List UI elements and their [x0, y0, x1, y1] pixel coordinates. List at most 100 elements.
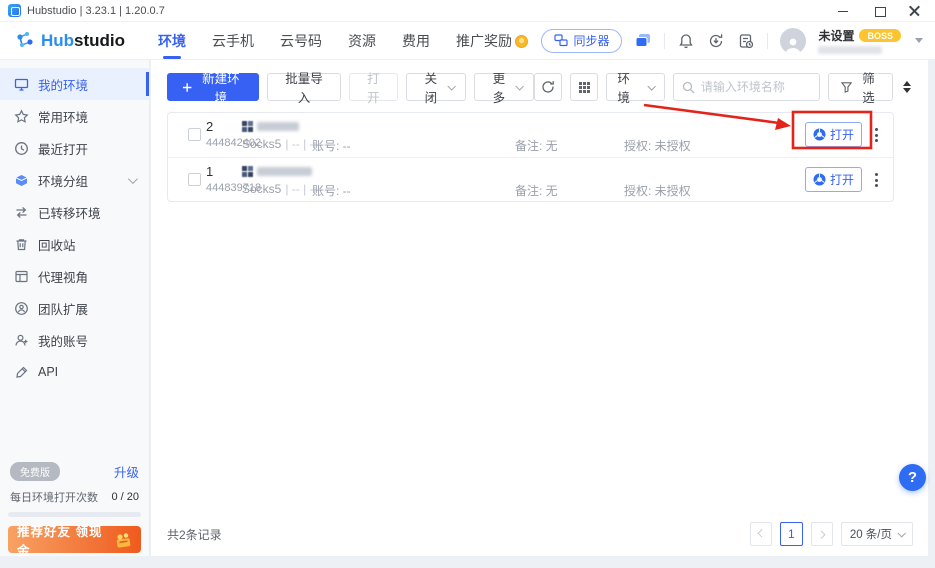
- gold-gift-icon: [109, 530, 135, 550]
- column-settings-icon[interactable]: [570, 73, 598, 101]
- record-count: 共2条记录: [167, 526, 222, 543]
- content-panel: 新建环境 批量导入 打开 关闭 更多: [151, 60, 928, 556]
- sidebar-item-api[interactable]: API: [0, 356, 149, 388]
- search-input[interactable]: [701, 80, 811, 94]
- update-icon[interactable]: [707, 32, 725, 50]
- search-box: [673, 73, 820, 101]
- referral-banner[interactable]: 推荐好友 领现金: [8, 526, 141, 553]
- divider: [767, 33, 768, 49]
- help-button[interactable]: ?: [899, 464, 926, 491]
- open-environment-button[interactable]: 打开: [805, 167, 862, 192]
- row-more-menu[interactable]: [869, 170, 883, 190]
- user-phone-redacted: [818, 46, 882, 54]
- sidebar-item-environment-groups[interactable]: 环境分组: [0, 164, 149, 196]
- window-titlebar: Hubstudio | 3.23.1 | 1.20.0.7: [0, 0, 935, 22]
- sidebar-item-recycle-bin[interactable]: 回收站: [0, 228, 149, 260]
- nav-environment[interactable]: 环境: [158, 22, 186, 60]
- minimize-button[interactable]: [837, 5, 849, 17]
- nav-cloud-number[interactable]: 云号码: [280, 22, 322, 60]
- table-row: 2 444842402 Socks5| -- | -- 账号: -- 备注: 无…: [168, 113, 893, 157]
- upgrade-link[interactable]: 升级: [114, 462, 139, 481]
- sync-windows-icon: [554, 34, 568, 47]
- page-size-select[interactable]: 20 条/页: [841, 522, 913, 546]
- batch-import-button[interactable]: 批量导入: [267, 73, 340, 101]
- user-avatar[interactable]: [780, 28, 806, 54]
- sidebar-item-frequent-environments[interactable]: 常用环境: [0, 100, 149, 132]
- table-row: 1 444839718 Socks5| -- | -- 账号: -- 备注: 无…: [168, 157, 893, 201]
- sidebar-item-my-environments[interactable]: 我的环境: [0, 68, 149, 100]
- pagination: 1 20 条/页: [750, 522, 913, 546]
- environment-name-redacted: [257, 122, 299, 131]
- sidebar-item-transferred-environments[interactable]: 已转移环境: [0, 196, 149, 228]
- sidebar-item-recently-opened[interactable]: 最近打开: [0, 132, 149, 164]
- brand-hub: Hub: [41, 31, 74, 50]
- chevron-down-icon[interactable]: [128, 174, 138, 184]
- chevron-down-icon: [515, 82, 523, 90]
- search-icon: [682, 81, 695, 94]
- main-nav: 环境 云手机 云号码 资源 费用 推广奖励: [158, 22, 528, 60]
- row-more-menu[interactable]: [869, 125, 883, 145]
- open-button-toolbar[interactable]: 打开: [349, 73, 399, 101]
- account-field: 账号: --: [312, 137, 351, 154]
- prev-page-button[interactable]: [750, 522, 772, 546]
- row-checkbox[interactable]: [188, 173, 201, 186]
- sidebar-item-my-account[interactable]: 我的账号: [0, 324, 149, 356]
- quota-progress-bar: [8, 512, 141, 517]
- chevron-down-icon: [648, 82, 656, 90]
- plus-icon: [182, 82, 192, 93]
- quota-value: 0 / 20: [111, 491, 139, 503]
- nav-cloud-phone[interactable]: 云手机: [212, 22, 254, 60]
- close-button[interactable]: [909, 5, 921, 17]
- synchronizer-button[interactable]: 同步器: [541, 29, 622, 53]
- notification-bell-icon[interactable]: [677, 32, 695, 50]
- new-environment-button[interactable]: 新建环境: [167, 73, 259, 101]
- divider: [664, 33, 665, 49]
- plan-badge: 免费版: [10, 462, 60, 481]
- molecule-icon: [14, 30, 36, 52]
- platform-icon: [242, 121, 253, 132]
- chrome-browser-icon: [813, 173, 826, 186]
- log-history-icon[interactable]: [737, 32, 755, 50]
- search-type-select[interactable]: 环境: [606, 73, 664, 101]
- filter-button[interactable]: 筛选: [828, 73, 893, 101]
- computer-icon: [14, 77, 29, 92]
- clock-icon: [14, 141, 29, 156]
- toolbar: 新建环境 批量导入 打开 关闭 更多: [167, 73, 913, 101]
- next-page-button[interactable]: [811, 522, 833, 546]
- auth-field: 授权: 未授权: [624, 137, 691, 154]
- platform-icon: [242, 166, 253, 177]
- proxy-view-icon: [14, 269, 29, 284]
- nav-referral[interactable]: 推广奖励: [456, 22, 528, 60]
- sort-toggle-icon[interactable]: [901, 79, 913, 95]
- coin-icon: [515, 35, 528, 48]
- api-icon: [14, 365, 29, 380]
- sidebar-item-proxy-view[interactable]: 代理视角: [0, 260, 149, 292]
- chevron-down-icon: [897, 529, 905, 537]
- note-field: 备注: 无: [515, 182, 558, 199]
- window-manager-icon[interactable]: [634, 32, 652, 50]
- page-number[interactable]: 1: [780, 522, 803, 546]
- quota-label: 每日环境打开次数: [10, 489, 98, 505]
- brand-studio: studio: [74, 31, 125, 50]
- brand-logo: Hubstudio: [14, 30, 144, 52]
- transfer-icon: [14, 205, 29, 220]
- environment-name-redacted: [257, 167, 312, 176]
- account-field: 账号: --: [312, 182, 351, 199]
- open-environment-button[interactable]: 打开: [805, 122, 862, 147]
- close-dropdown-button[interactable]: 关闭: [406, 73, 466, 101]
- refresh-button[interactable]: [534, 73, 562, 101]
- user-name: 未设置: [818, 27, 854, 44]
- trash-icon: [14, 237, 29, 252]
- auth-field: 授权: 未授权: [624, 182, 691, 199]
- user-info[interactable]: 未设置 BOSS: [818, 27, 901, 54]
- user-menu-caret-icon[interactable]: [915, 38, 923, 43]
- maximize-button[interactable]: [873, 5, 885, 17]
- nav-resources[interactable]: 资源: [348, 22, 376, 60]
- note-field: 备注: 无: [515, 137, 558, 154]
- nav-billing[interactable]: 费用: [402, 22, 430, 60]
- more-dropdown-button[interactable]: 更多: [474, 73, 534, 101]
- sidebar: 我的环境 常用环境 最近打开: [0, 60, 150, 556]
- proxy-type: Socks5: [242, 137, 281, 151]
- row-checkbox[interactable]: [188, 128, 201, 141]
- sidebar-item-team-expansion[interactable]: 团队扩展: [0, 292, 149, 324]
